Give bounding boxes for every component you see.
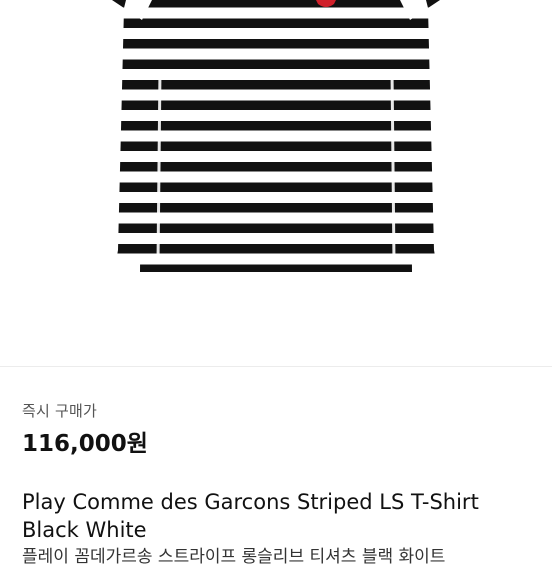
product-title-line2: Black White [22,518,147,542]
product-title: Play Comme des Garcons Striped LS T-Shir… [22,488,542,544]
product-title-line1: Play Comme des Garcons Striped LS T-Shir… [22,490,479,514]
product-subtitle: 플레이 꼼데가르송 스트라이프 롱슬리브 티셔츠 블랙 화이트 [22,547,446,567]
instant-buy-label: 즉시 구매가 [22,402,97,420]
price-value: 116,000원 [22,431,148,457]
product-image[interactable] [0,0,552,366]
image-divider [0,366,552,367]
striped-shirt-image [112,0,440,272]
